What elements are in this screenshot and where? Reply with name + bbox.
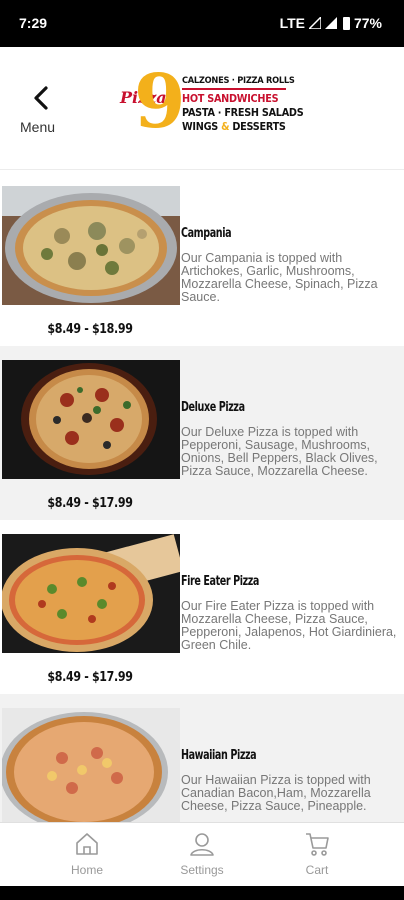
- item-price: $8.49 - $17.99: [47, 670, 133, 685]
- nav-settings[interactable]: Settings: [157, 831, 247, 883]
- home-icon: [76, 833, 98, 855]
- menu-item-list[interactable]: Campania Our Campania is topped with Art…: [0, 172, 404, 822]
- fire-eater-pizza-image: [2, 534, 180, 653]
- nav-cart-label: Cart: [305, 863, 329, 877]
- item-title: Deluxe Pizza: [181, 400, 245, 415]
- nav-cart[interactable]: Cart: [272, 831, 362, 883]
- item-price: $8.49 - $18.99: [47, 322, 133, 337]
- campania-pizza-image: [2, 186, 180, 305]
- item-title: Campania: [181, 226, 232, 241]
- cart-icon: [306, 833, 329, 856]
- logo-line-4-wings: WINGS: [182, 120, 218, 133]
- item-description: Our Fire Eater Pizza is topped with Mozz…: [181, 599, 397, 652]
- hawaiian-pizza-image: [2, 708, 180, 822]
- item-description: Our Deluxe Pizza is topped with Pepperon…: [181, 425, 378, 478]
- app-header: Menu Pizza 9 CALZONES · PIZZA ROLLS HOT …: [0, 47, 404, 170]
- nav-home-label: Home: [70, 863, 103, 877]
- logo-rule: [182, 88, 286, 90]
- logo-number: 9: [134, 59, 186, 145]
- logo-line-4: WINGS & DESSERTS: [182, 120, 286, 133]
- logo-line-4-desserts: DESSERTS: [232, 120, 286, 133]
- bottom-navigation: Home Settings Cart: [0, 822, 404, 886]
- item-description: Our Campania is topped with Artichokes, …: [181, 251, 378, 304]
- deluxe-pizza-image: [2, 360, 180, 479]
- item-price: $8.49 - $17.99: [47, 496, 133, 511]
- menu-item-fire-eater-pizza[interactable]: Fire Eater Pizza Our Fire Eater Pizza is…: [0, 520, 404, 694]
- status-indicators: LTE 77%: [280, 15, 382, 31]
- status-bar: 7:29 LTE 77%: [0, 0, 404, 47]
- logo-line-3: PASTA · FRESH SALADS: [182, 106, 304, 119]
- battery-icon: [342, 16, 350, 30]
- logo-line-4-amp: &: [221, 120, 230, 133]
- status-time: 7:29: [19, 15, 48, 31]
- signal-icon: [308, 17, 321, 29]
- logo-line-2: HOT SANDWICHES: [182, 92, 279, 105]
- back-label: Menu: [20, 119, 56, 135]
- item-title: Fire Eater Pizza: [181, 574, 259, 589]
- item-description: Our Hawaiian Pizza is topped with Canadi…: [181, 773, 371, 813]
- chevron-left-icon: [34, 86, 48, 110]
- nav-settings-label: Settings: [180, 863, 224, 877]
- user-icon: [190, 833, 214, 856]
- logo-tagline: CALZONES · PIZZA ROLLS HOT SANDWICHES PA…: [182, 76, 304, 133]
- restaurant-logo: Pizza 9 CALZONES · PIZZA ROLLS HOT SANDW…: [116, 65, 304, 143]
- menu-item-campania[interactable]: Campania Our Campania is topped with Art…: [0, 172, 404, 346]
- battery-percent: 77%: [353, 15, 382, 31]
- nav-home[interactable]: Home: [42, 831, 132, 883]
- back-button[interactable]: Menu: [18, 85, 64, 139]
- signal-strength-icon: [324, 17, 337, 29]
- system-gesture-bar: [0, 886, 404, 900]
- network-label: LTE: [279, 15, 305, 31]
- menu-item-deluxe-pizza[interactable]: Deluxe Pizza Our Deluxe Pizza is topped …: [0, 346, 404, 520]
- item-title: Hawaiian Pizza: [181, 748, 257, 763]
- logo-line-1: CALZONES · PIZZA ROLLS: [182, 76, 295, 86]
- menu-item-hawaiian-pizza[interactable]: Hawaiian Pizza Our Hawaiian Pizza is top…: [0, 694, 404, 822]
